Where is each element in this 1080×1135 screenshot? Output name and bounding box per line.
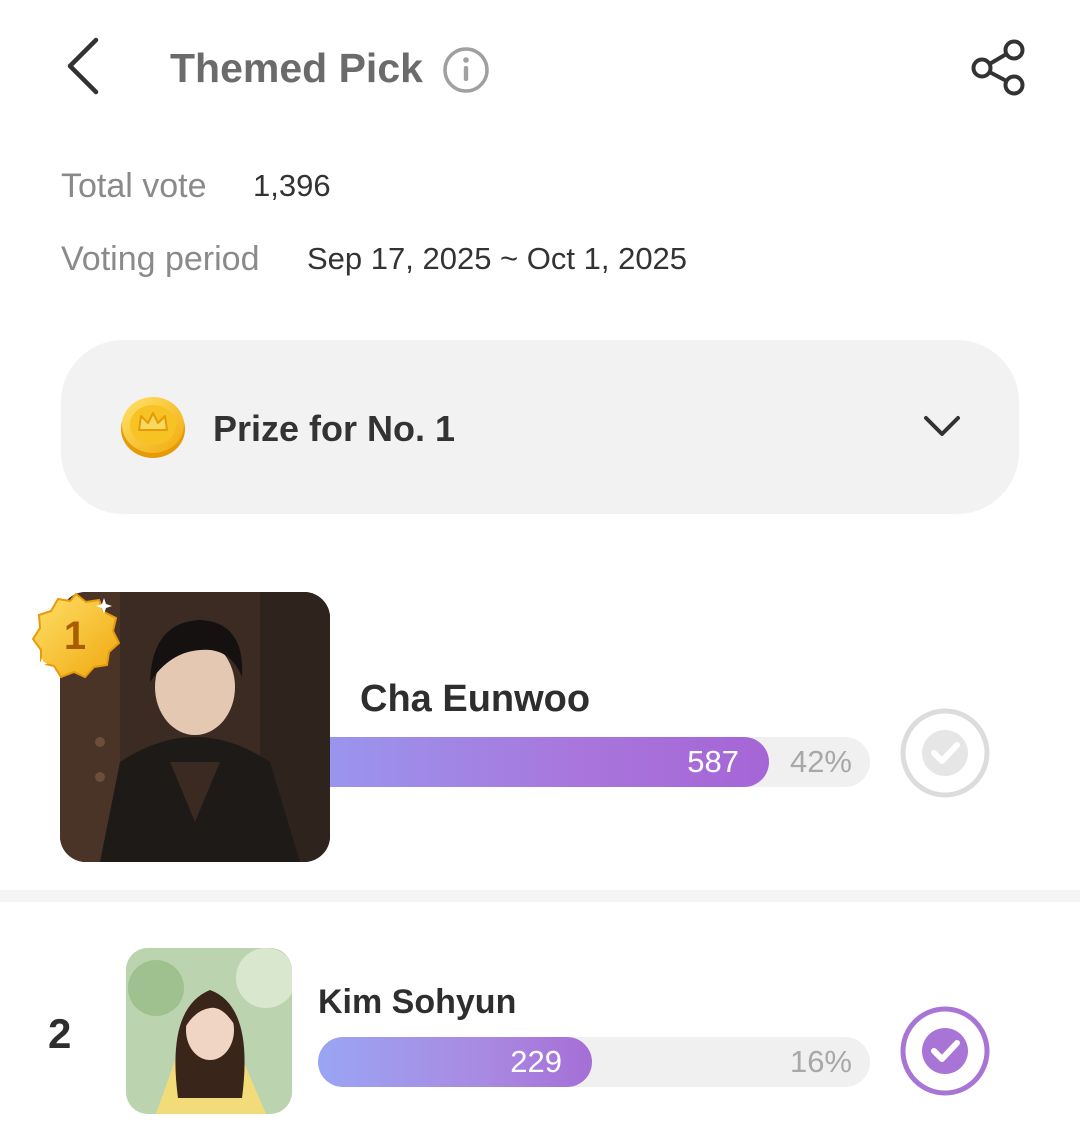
- top-bar: Themed Pick: [0, 0, 1080, 135]
- vote-percent: 42%: [789, 744, 852, 779]
- candidate-row[interactable]: 2 Kim Sohyun 229 16%: [0, 902, 1080, 1135]
- vote-percent: 16%: [789, 1044, 852, 1079]
- gold-medal-icon: 1: [31, 592, 121, 679]
- vote-check-button[interactable]: [898, 1004, 992, 1098]
- voting-period-row: Voting period Sep 17, 2025 ~ Oct 1, 2025: [61, 239, 687, 279]
- candidate-name: Cha Eunwoo: [360, 678, 591, 720]
- chevron-left-icon: [67, 37, 99, 95]
- share-icon: [971, 39, 1025, 96]
- vote-count: 229: [510, 1044, 562, 1079]
- info-icon: [443, 47, 489, 93]
- check-circle-icon: [900, 1006, 990, 1096]
- total-vote-value: 1,396: [253, 168, 331, 203]
- voting-period-value: Sep 17, 2025 ~ Oct 1, 2025: [307, 241, 688, 276]
- voting-period-label: Voting period: [61, 240, 260, 278]
- vote-bar-track: 587 42%: [330, 737, 870, 787]
- page-title: Themed Pick: [170, 45, 423, 91]
- svg-text:1: 1: [64, 614, 86, 658]
- share-button[interactable]: [968, 38, 1030, 96]
- candidate-photo: [126, 948, 292, 1114]
- total-vote-label: Total vote: [61, 167, 207, 205]
- total-vote-row: Total vote 1,396: [61, 166, 331, 206]
- rank-number: 2: [48, 1010, 72, 1057]
- vote-count: 587: [687, 744, 739, 779]
- chevron-down-icon[interactable]: [923, 412, 961, 440]
- check-circle-icon: [900, 708, 990, 798]
- vote-check-button[interactable]: [898, 706, 992, 800]
- vote-bar-track: 229 16%: [318, 1037, 870, 1087]
- portrait-image: [126, 948, 292, 1114]
- candidate-name: Kim Sohyun: [318, 983, 517, 1021]
- prize-panel[interactable]: Prize for No. 1: [61, 340, 1019, 514]
- info-button[interactable]: [442, 46, 490, 94]
- candidate-row[interactable]: 1 Cha Eunwoo 587 42%: [0, 560, 1080, 890]
- coin-icon: [121, 397, 185, 458]
- back-button[interactable]: [58, 34, 114, 98]
- prize-label: Prize for No. 1: [213, 408, 456, 449]
- section-divider: [0, 890, 1080, 902]
